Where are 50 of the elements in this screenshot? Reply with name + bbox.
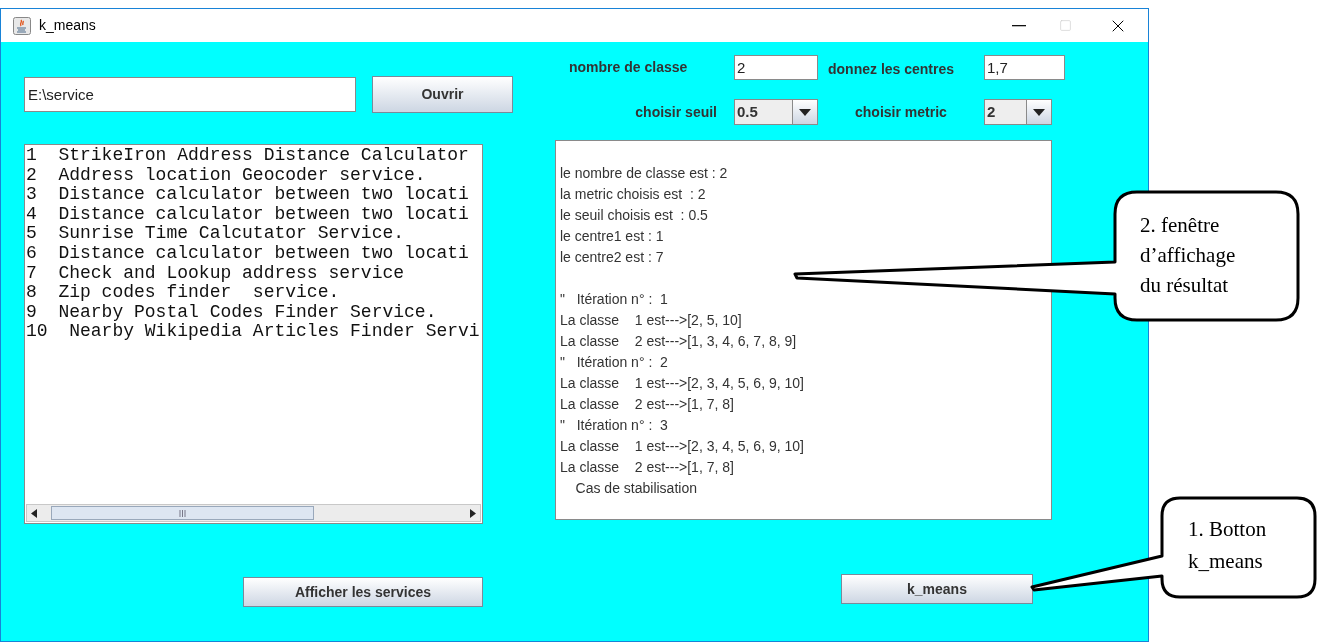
field-label: choisir seuil <box>634 102 717 122</box>
field-label: donnez les centres <box>828 60 956 79</box>
arrow-left-icon[interactable] <box>31 508 37 518</box>
result-line: La classe 2 est--->[1, 7, 8] <box>560 395 734 414</box>
service-list-item[interactable]: 6 Distance calculator between two locati <box>25 243 469 264</box>
show-services-button[interactable]: Afficher les services <box>243 577 483 607</box>
result-line: La classe 1 est--->[2, 5, 10] <box>560 311 742 330</box>
result-line: le nombre de classe est : 2 <box>560 164 728 183</box>
open-button[interactable]: Ouvrir <box>372 76 513 113</box>
result-line: le centre2 est : 7 <box>560 248 664 267</box>
grip-icon <box>179 509 186 517</box>
service-list-item[interactable]: 1 StrikeIron Address Distance Calculator <box>25 146 469 166</box>
maximize-icon <box>1058 19 1072 32</box>
arrow-right-icon[interactable] <box>470 508 476 518</box>
cup-icon <box>13 16 31 35</box>
window-title: k_means <box>39 16 96 35</box>
service-list-item[interactable]: 4 Distance calculator between two locati <box>25 204 469 225</box>
result-line: Cas de stabilisation <box>574 479 697 498</box>
result-line: La classe 2 est--->[1, 7, 8] <box>560 458 734 477</box>
path-field[interactable]: E:\service <box>24 77 356 112</box>
service-list-item[interactable]: 10 Nearby Wikipedia Articles Finder Servi <box>25 322 480 342</box>
result-line: La classe 2 est--->[1, 3, 4, 6, 7, 8, 9] <box>560 332 797 351</box>
caret-down-icon <box>1033 108 1045 116</box>
centers-field[interactable]: 1,7 <box>984 54 1065 80</box>
callout-text: 2. fenêtre d’affichage du résultat <box>1140 212 1236 299</box>
field-label: nombre de classe <box>569 57 689 77</box>
service-list-item[interactable]: 2 Address location Geocoder service. <box>25 165 426 186</box>
kmeans-button[interactable]: k_means <box>841 574 1033 604</box>
service-list-item[interactable]: 5 Sunrise Time Calcutator Service. <box>25 224 405 244</box>
callout-text: 1. Botton k_means <box>1188 516 1267 575</box>
result-line: le centre1 est : 1 <box>560 227 664 246</box>
result-line: le seuil choisis est : 0.5 <box>560 206 708 225</box>
metric-dropdown[interactable]: 2 <box>984 99 1052 125</box>
minimize-icon <box>1012 24 1026 27</box>
horizontal-scrollbar[interactable] <box>26 504 481 522</box>
result-line: " Itération n° : 1 <box>560 290 668 309</box>
service-list-item[interactable]: 3 Distance calculator between two locati <box>25 185 469 205</box>
result-line: " Itération n° : 2 <box>560 353 668 372</box>
class-count-field[interactable]: 2 <box>734 54 818 80</box>
scrollbar-thumb[interactable] <box>51 506 314 520</box>
threshold-dropdown[interactable]: 0.5 <box>734 99 818 125</box>
service-list-item[interactable]: 8 Zip codes finder service. <box>25 283 340 303</box>
field-label: choisir metric <box>855 102 948 122</box>
result-line: La classe 1 est--->[2, 3, 4, 5, 6, 9, 10] <box>560 437 804 456</box>
service-list-item[interactable]: 7 Check and Lookup address service <box>25 263 405 284</box>
service-list-item[interactable]: 9 Nearby Postal Codes Finder Service. <box>25 302 437 323</box>
result-line: La classe 1 est--->[2, 3, 4, 5, 6, 9, 10] <box>560 374 804 393</box>
result-line: la metric choisis est : 2 <box>560 185 706 204</box>
caret-down-icon <box>799 108 811 116</box>
result-line: " Itération n° : 3 <box>560 416 668 435</box>
